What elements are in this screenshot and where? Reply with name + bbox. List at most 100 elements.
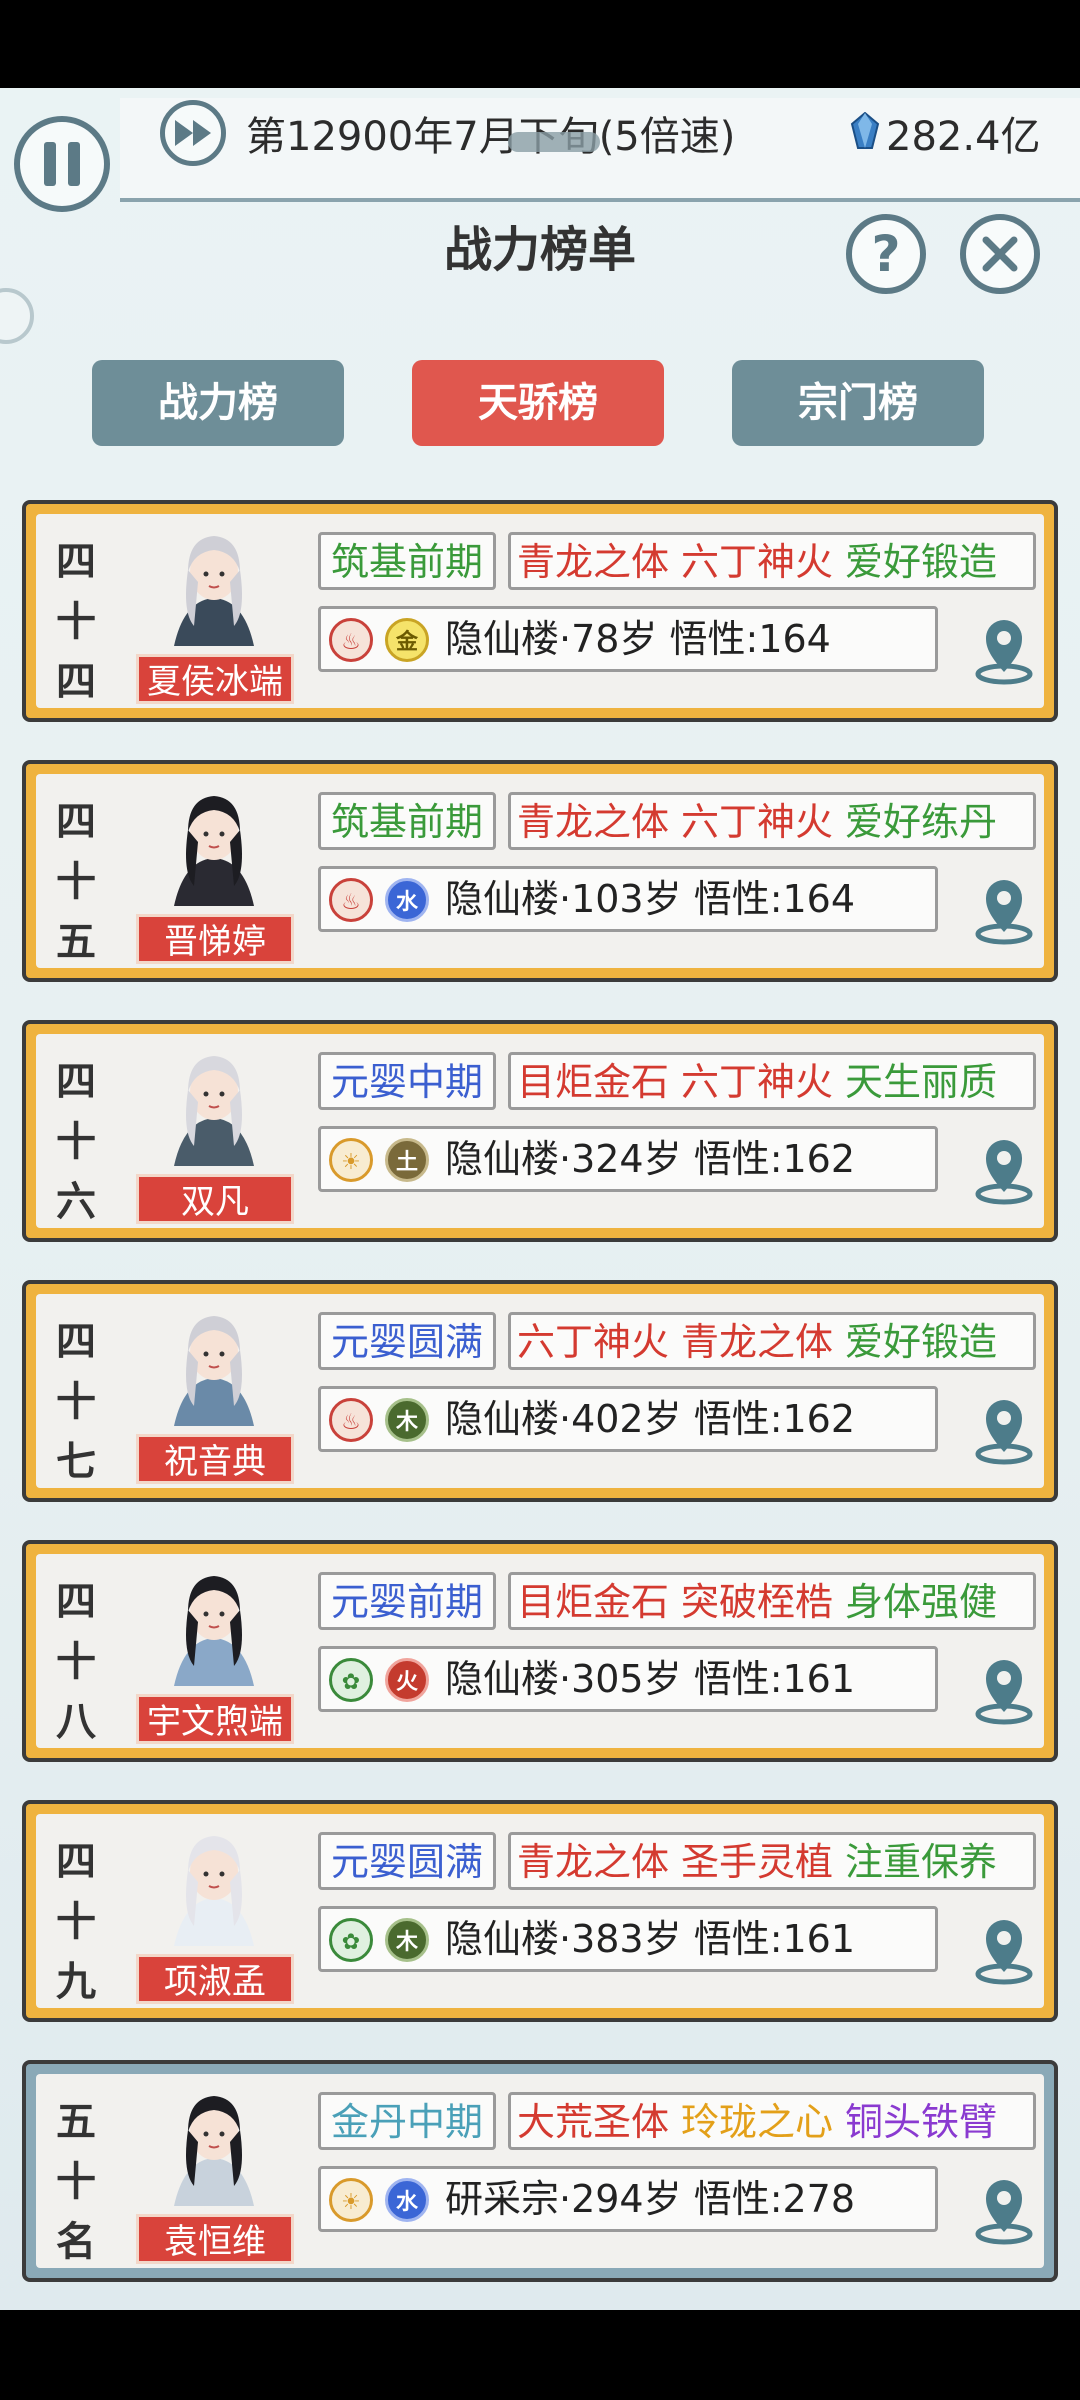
tab-sect-ranking[interactable]: 宗门榜 (732, 360, 984, 446)
tab-prodigy-ranking[interactable]: 天骄榜 (412, 360, 664, 446)
trait-tag: 青龙之体 (517, 800, 670, 844)
character-name: 夏侯冰端 (136, 654, 294, 704)
card-body: 四十六双凡 元婴中期 目炬金石 六丁神火 天生丽质 ☀ 土隐仙楼·324岁 悟性:162 (36, 1034, 1044, 1228)
rank-char: 十 (56, 2158, 96, 2205)
metal-root-icon: 金 (385, 618, 429, 662)
rank-char: 八 (56, 1698, 96, 1745)
close-icon (982, 236, 1018, 272)
help-button[interactable]: ? (846, 214, 926, 294)
earth-root-icon: 土 (385, 1138, 429, 1182)
character-portrait[interactable] (154, 1302, 274, 1426)
character-name: 晋悌婷 (136, 914, 294, 964)
sect-age-insight: 隐仙楼·103岁 悟性:164 (445, 877, 856, 921)
location-pin-icon[interactable] (972, 1134, 1036, 1206)
location-pin-icon[interactable] (972, 614, 1036, 686)
trait-list: 六丁神火 青龙之体 爱好锻造 (508, 1312, 1036, 1370)
location-pin-icon[interactable] (972, 1394, 1036, 1466)
character-portrait[interactable] (154, 1822, 274, 1946)
character-portrait[interactable] (154, 1562, 274, 1686)
leaf-root-icon: ✿ (329, 1918, 373, 1962)
fast-forward-icon (175, 120, 211, 146)
trait-tag: 青龙之体 (681, 1320, 834, 1364)
card-body: 四十九项淑孟 元婴圆满 青龙之体 圣手灵植 注重保养 ✿ 木隐仙楼·383岁 悟性:161 (36, 1814, 1044, 2008)
sect-age-insight: 隐仙楼·324岁 悟性:162 (445, 1137, 856, 1181)
cultivation-stage: 元婴中期 (318, 1052, 496, 1110)
trait-tag: 圣手灵植 (681, 1840, 834, 1884)
fast-forward-button[interactable] (160, 100, 226, 166)
tab-power-ranking[interactable]: 战力榜 (92, 360, 344, 446)
ranking-card[interactable]: 四十六双凡 元婴中期 目炬金石 六丁神火 天生丽质 ☀ 土隐仙楼·324岁 悟性:162 (22, 1020, 1058, 1242)
fire-root-icon: ♨ (329, 1398, 373, 1442)
character-portrait[interactable] (154, 782, 274, 906)
character-portrait[interactable] (154, 522, 274, 646)
side-handle[interactable] (0, 288, 34, 344)
character-portrait[interactable] (154, 2082, 274, 2206)
cultivation-stage: 筑基前期 (318, 792, 496, 850)
rank-label: 五十名 (48, 2092, 104, 2272)
ranking-card[interactable]: 五十名袁恒维 金丹中期 大荒圣体 玲珑之心 铜头铁臂 ☀ 水研采宗·294岁 悟性:278 (22, 2060, 1058, 2282)
rank-char: 五 (56, 2098, 96, 2145)
close-button[interactable] (960, 214, 1040, 294)
trait-list: 青龙之体 六丁神火 爱好锻造 (508, 532, 1036, 590)
ranking-card[interactable]: 四十八宇文煦端 元婴前期 目炬金石 突破桎梏 身体强健 ✿ 火隐仙楼·305岁 悟性:161 (22, 1540, 1058, 1762)
location-pin-icon[interactable] (972, 2174, 1036, 2246)
fire-root-icon: ♨ (329, 878, 373, 922)
rank-label: 四十八 (48, 1572, 104, 1752)
location-pin-icon[interactable] (972, 1914, 1036, 1986)
trait-tag: 突破桎梏 (681, 1580, 834, 1624)
character-name: 袁恒维 (136, 2214, 294, 2264)
location-pin-icon[interactable] (972, 874, 1036, 946)
rank-char: 九 (56, 1958, 96, 2005)
wood-root-icon: 木 (385, 1918, 429, 1962)
trait-tag: 爱好锻造 (845, 540, 998, 584)
sun-root-icon: ☀ (329, 2178, 373, 2222)
trait-list: 目炬金石 突破桎梏 身体强健 (508, 1572, 1036, 1630)
rank-label: 四十六 (48, 1052, 104, 1232)
screen: 第12900年7月下旬(5倍速) 282.4亿 战力榜单 ? 战力榜 天骄榜 宗… (0, 88, 1080, 2310)
card-body: 四十七祝音典 元婴圆满 六丁神火 青龙之体 爱好锻造 ♨ 木隐仙楼·402岁 悟性:162 (36, 1294, 1044, 1488)
character-portrait[interactable] (154, 1042, 274, 1166)
location-pin-icon[interactable] (972, 1654, 1036, 1726)
leaf-root-icon: ✿ (329, 1658, 373, 1702)
question-icon: ? (871, 225, 901, 283)
pause-icon-bar (68, 142, 80, 186)
trait-tag: 六丁神火 (681, 1060, 834, 1104)
sect-age-insight: 隐仙楼·78岁 悟性:164 (445, 617, 831, 661)
rank-label: 四十四 (48, 532, 104, 712)
game-date: 第12900年7月下旬(5倍速) (246, 114, 736, 160)
ranking-card[interactable]: 四十四夏侯冰端 筑基前期 青龙之体 六丁神火 爱好锻造 ♨ 金隐仙楼·78岁 悟性:164 (22, 500, 1058, 722)
trait-list: 青龙之体 六丁神火 爱好练丹 (508, 792, 1036, 850)
trait-list: 青龙之体 圣手灵植 注重保养 (508, 1832, 1036, 1890)
rank-char: 五 (56, 918, 96, 965)
character-name: 宇文煦端 (136, 1694, 294, 1744)
fire-element-icon: 火 (385, 1658, 429, 1702)
trait-tag: 爱好练丹 (845, 800, 998, 844)
sect-age-insight: 隐仙楼·305岁 悟性:161 (445, 1657, 856, 1701)
ranking-card[interactable]: 四十七祝音典 元婴圆满 六丁神火 青龙之体 爱好锻造 ♨ 木隐仙楼·402岁 悟性:162 (22, 1280, 1058, 1502)
ranking-card[interactable]: 四十五晋悌婷 筑基前期 青龙之体 六丁神火 爱好练丹 ♨ 水隐仙楼·103岁 悟性:164 (22, 760, 1058, 982)
sect-age-insight: 隐仙楼·383岁 悟性:161 (445, 1917, 856, 1961)
cultivation-stage: 元婴圆满 (318, 1832, 496, 1890)
spirit-stone-icon (850, 112, 880, 149)
rank-char: 四 (56, 798, 96, 845)
rank-char: 四 (56, 1578, 96, 1625)
character-name: 祝音典 (136, 1434, 294, 1484)
card-body: 四十四夏侯冰端 筑基前期 青龙之体 六丁神火 爱好锻造 ♨ 金隐仙楼·78岁 悟性:164 (36, 514, 1044, 708)
rank-char: 十 (56, 1898, 96, 1945)
speed-indicator (508, 132, 600, 152)
card-body: 四十五晋悌婷 筑基前期 青龙之体 六丁神火 爱好练丹 ♨ 水隐仙楼·103岁 悟性:164 (36, 774, 1044, 968)
trait-tag: 爱好锻造 (845, 1320, 998, 1364)
cultivation-stage: 金丹中期 (318, 2092, 496, 2150)
ranking-card[interactable]: 四十九项淑孟 元婴圆满 青龙之体 圣手灵植 注重保养 ✿ 木隐仙楼·383岁 悟性:161 (22, 1800, 1058, 2022)
sect-age-insight: 研采宗·294岁 悟性:278 (445, 2177, 856, 2221)
pause-button[interactable] (14, 116, 110, 212)
trait-tag: 青龙之体 (517, 1840, 670, 1884)
cultivation-stage: 筑基前期 (318, 532, 496, 590)
trait-tag: 天生丽质 (845, 1060, 998, 1104)
rank-char: 四 (56, 1058, 96, 1105)
rank-char: 四 (56, 658, 96, 705)
character-info: ♨ 水隐仙楼·103岁 悟性:164 (318, 866, 938, 932)
sun-root-icon: ☀ (329, 1138, 373, 1182)
rank-char: 六 (56, 1178, 96, 1225)
trait-tag: 大荒圣体 (517, 2100, 670, 2144)
